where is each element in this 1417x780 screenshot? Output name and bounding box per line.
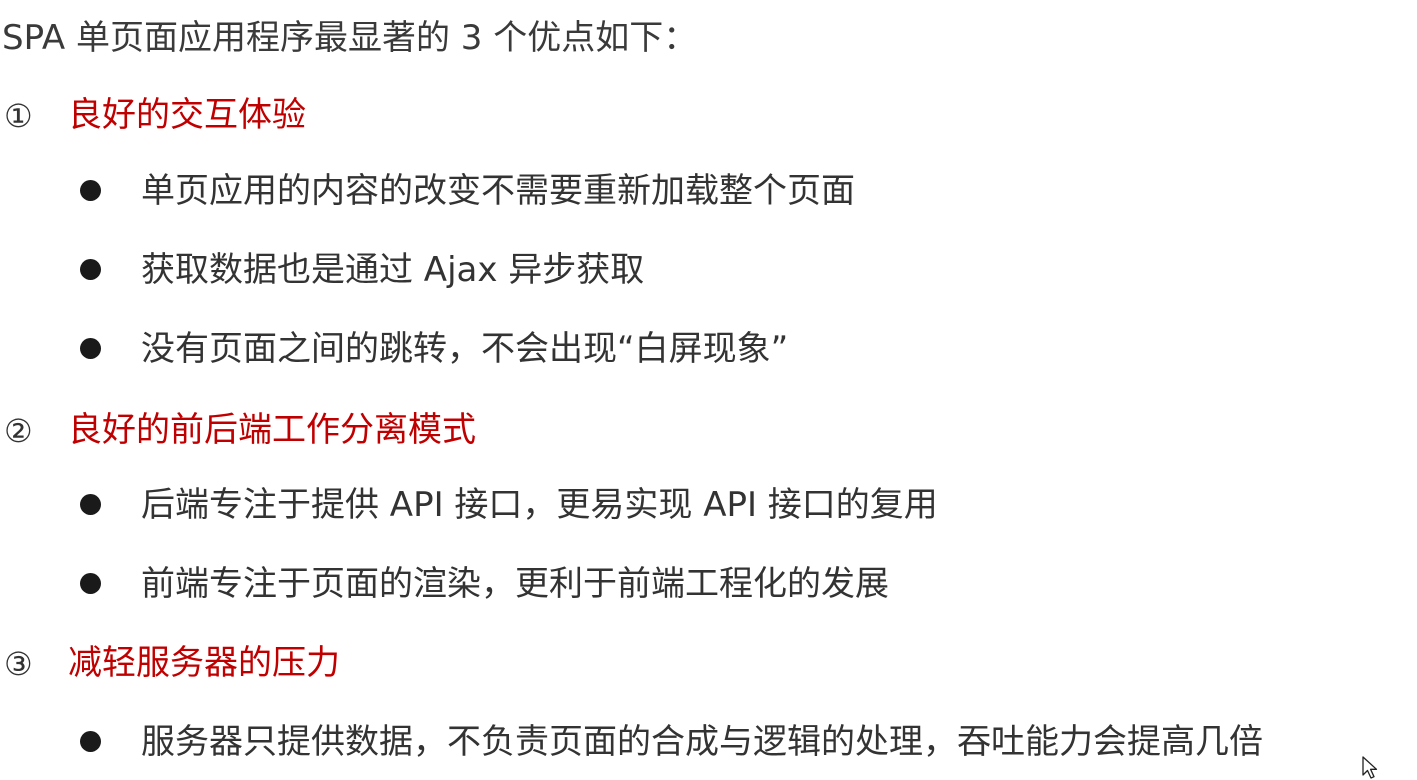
section-title-1: 良好的交互体验 (68, 95, 306, 135)
section-number-3: ③ (4, 645, 33, 683)
list-item: 单页应用的内容的改变不需要重新加载整个页面 (141, 171, 855, 211)
bullet-icon (80, 259, 101, 280)
list-item: 服务器只提供数据，不负责页面的合成与逻辑的处理，吞吐能力会提高几倍 (141, 722, 1263, 762)
list-item: 后端专注于提供 API 接口，更易实现 API 接口的复用 (141, 485, 938, 525)
section-title-3: 减轻服务器的压力 (68, 643, 340, 683)
section-number-1: ① (4, 97, 33, 135)
bullet-icon (80, 338, 101, 359)
page-heading: SPA 单页面应用程序最显著的 3 个优点如下： (2, 18, 698, 58)
list-item: 获取数据也是通过 Ajax 异步获取 (141, 250, 645, 290)
section-number-2: ② (4, 412, 33, 450)
bullet-icon (80, 180, 101, 201)
bullet-icon (80, 731, 101, 752)
mouse-pointer-icon (1362, 756, 1378, 779)
list-item: 前端专注于页面的渲染，更利于前端工程化的发展 (141, 564, 889, 604)
bullet-icon (80, 494, 101, 515)
section-title-2: 良好的前后端工作分离模式 (68, 410, 476, 450)
list-item: 没有页面之间的跳转，不会出现“白屏现象” (141, 329, 789, 369)
bullet-icon (80, 573, 101, 594)
